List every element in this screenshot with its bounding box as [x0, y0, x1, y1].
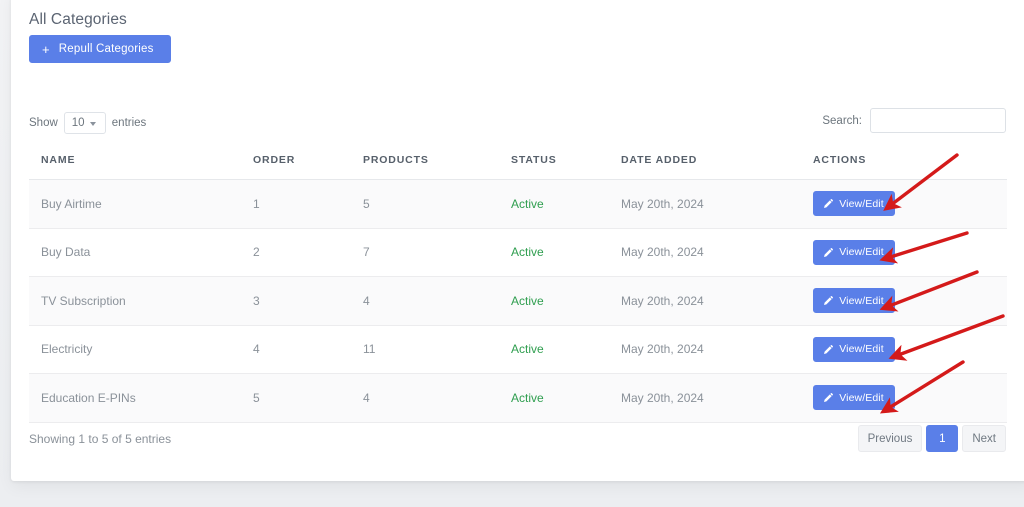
- view-edit-label: View/Edit: [839, 294, 884, 307]
- pencil-icon: [824, 393, 834, 403]
- view-edit-button[interactable]: View/Edit: [813, 239, 895, 265]
- cell-actions: View/Edit: [801, 228, 1007, 277]
- cell-status-text: Active: [511, 245, 544, 260]
- cell-actions: View/Edit: [801, 325, 1007, 374]
- cell-name: Education E-PINs: [29, 373, 241, 423]
- cell-status: Active: [499, 179, 609, 229]
- pagination-next[interactable]: Next: [962, 425, 1006, 452]
- page-length-select[interactable]: 10: [63, 112, 106, 134]
- pagination: Previous 1 Next: [857, 425, 1006, 452]
- chevron-down-icon: [89, 121, 96, 126]
- pencil-icon: [824, 296, 834, 306]
- table-body: Buy Airtime 1 5 Active May 20th, 2024 View/Ed…: [29, 179, 1007, 423]
- plus-icon: +: [42, 41, 50, 57]
- cell-status: Active: [499, 276, 609, 326]
- pencil-icon: [824, 344, 834, 354]
- view-edit-label: View/Edit: [839, 197, 884, 210]
- show-label: Show: [29, 117, 58, 129]
- column-header-order[interactable]: ORDER: [241, 148, 351, 180]
- cell-date: May 20th, 2024: [609, 228, 801, 277]
- pencil-icon: [824, 247, 834, 257]
- table-head: NAME ORDER PRODUCTS STATUS DATE ADDED AC…: [29, 148, 1007, 180]
- table-header-row: NAME ORDER PRODUCTS STATUS DATE ADDED AC…: [29, 148, 1007, 180]
- column-header-name[interactable]: NAME: [29, 148, 241, 180]
- cell-products: 7: [351, 228, 499, 277]
- cell-date: May 20th, 2024: [609, 179, 801, 229]
- cell-order: 1: [241, 179, 351, 229]
- table-row: Buy Data 2 7 Active May 20th, 2024 View/Edit: [29, 228, 1007, 277]
- cell-actions: View/Edit: [801, 373, 1007, 423]
- cell-date: May 20th, 2024: [609, 276, 801, 326]
- cell-name: TV Subscription: [29, 276, 241, 326]
- table-row: Electricity 4 11 Active May 20th, 2024 View/E…: [29, 325, 1007, 374]
- cell-status-text: Active: [511, 293, 544, 308]
- categories-card: All Categories + Repull Categories Show …: [11, 0, 1024, 481]
- view-edit-button[interactable]: View/Edit: [813, 288, 895, 314]
- pagination-page-1[interactable]: 1: [926, 425, 959, 452]
- cell-order: 3: [241, 276, 351, 326]
- cell-status-text: Active: [511, 196, 544, 211]
- search-label: Search:: [822, 114, 862, 127]
- cell-name: Buy Data: [29, 228, 241, 277]
- pagination-previous[interactable]: Previous: [857, 425, 923, 452]
- table-info: Showing 1 to 5 of 5 entries: [29, 432, 172, 446]
- view-edit-label: View/Edit: [839, 343, 884, 356]
- view-edit-label: View/Edit: [839, 391, 884, 404]
- page-length-value: 10: [71, 117, 85, 129]
- cell-status-text: Active: [511, 342, 544, 357]
- repull-categories-label: Repull Categories: [58, 43, 154, 55]
- column-header-products[interactable]: PRODUCTS: [351, 148, 499, 180]
- cell-order: 5: [241, 373, 351, 423]
- cell-date: May 20th, 2024: [609, 373, 801, 423]
- cell-date: May 20th, 2024: [609, 325, 801, 374]
- view-edit-label: View/Edit: [839, 246, 884, 259]
- column-header-date[interactable]: DATE ADDED: [609, 148, 801, 180]
- cell-status: Active: [499, 325, 609, 374]
- column-header-status[interactable]: STATUS: [499, 148, 609, 180]
- column-header-actions[interactable]: ACTIONS: [801, 148, 1007, 180]
- page-root: All Categories + Repull Categories Show …: [0, 0, 1024, 507]
- cell-order: 2: [241, 228, 351, 277]
- cell-products: 5: [351, 179, 499, 229]
- categories-table: NAME ORDER PRODUCTS STATUS DATE ADDED AC…: [29, 148, 1007, 423]
- pencil-icon: [824, 199, 834, 209]
- entries-label: entries: [111, 117, 147, 129]
- table-row: Education E-PINs 5 4 Active May 20th, 2024 Vi…: [29, 373, 1007, 423]
- table-search-control: Search:: [822, 108, 1006, 133]
- cell-products: 4: [351, 373, 499, 423]
- cell-actions: View/Edit: [801, 276, 1007, 326]
- cell-actions: View/Edit: [801, 179, 1007, 229]
- cell-name: Electricity: [29, 325, 241, 374]
- view-edit-button[interactable]: View/Edit: [813, 336, 895, 362]
- search-input[interactable]: [870, 108, 1006, 133]
- cell-status-text: Active: [511, 390, 544, 405]
- cell-products: 11: [351, 325, 499, 374]
- table-length-control: Show 10 entries: [29, 112, 146, 134]
- cell-name: Buy Airtime: [29, 179, 241, 229]
- cell-products: 4: [351, 276, 499, 326]
- cell-order: 4: [241, 325, 351, 374]
- cell-status: Active: [499, 228, 609, 277]
- table-row: TV Subscription 3 4 Active May 20th, 2024 Vie…: [29, 276, 1007, 326]
- page-title: All Categories: [29, 11, 127, 28]
- cell-status: Active: [499, 373, 609, 423]
- view-edit-button[interactable]: View/Edit: [813, 385, 895, 411]
- table-row: Buy Airtime 1 5 Active May 20th, 2024 View/Ed…: [29, 179, 1007, 229]
- view-edit-button[interactable]: View/Edit: [813, 191, 895, 217]
- repull-categories-button[interactable]: + Repull Categories: [29, 35, 171, 63]
